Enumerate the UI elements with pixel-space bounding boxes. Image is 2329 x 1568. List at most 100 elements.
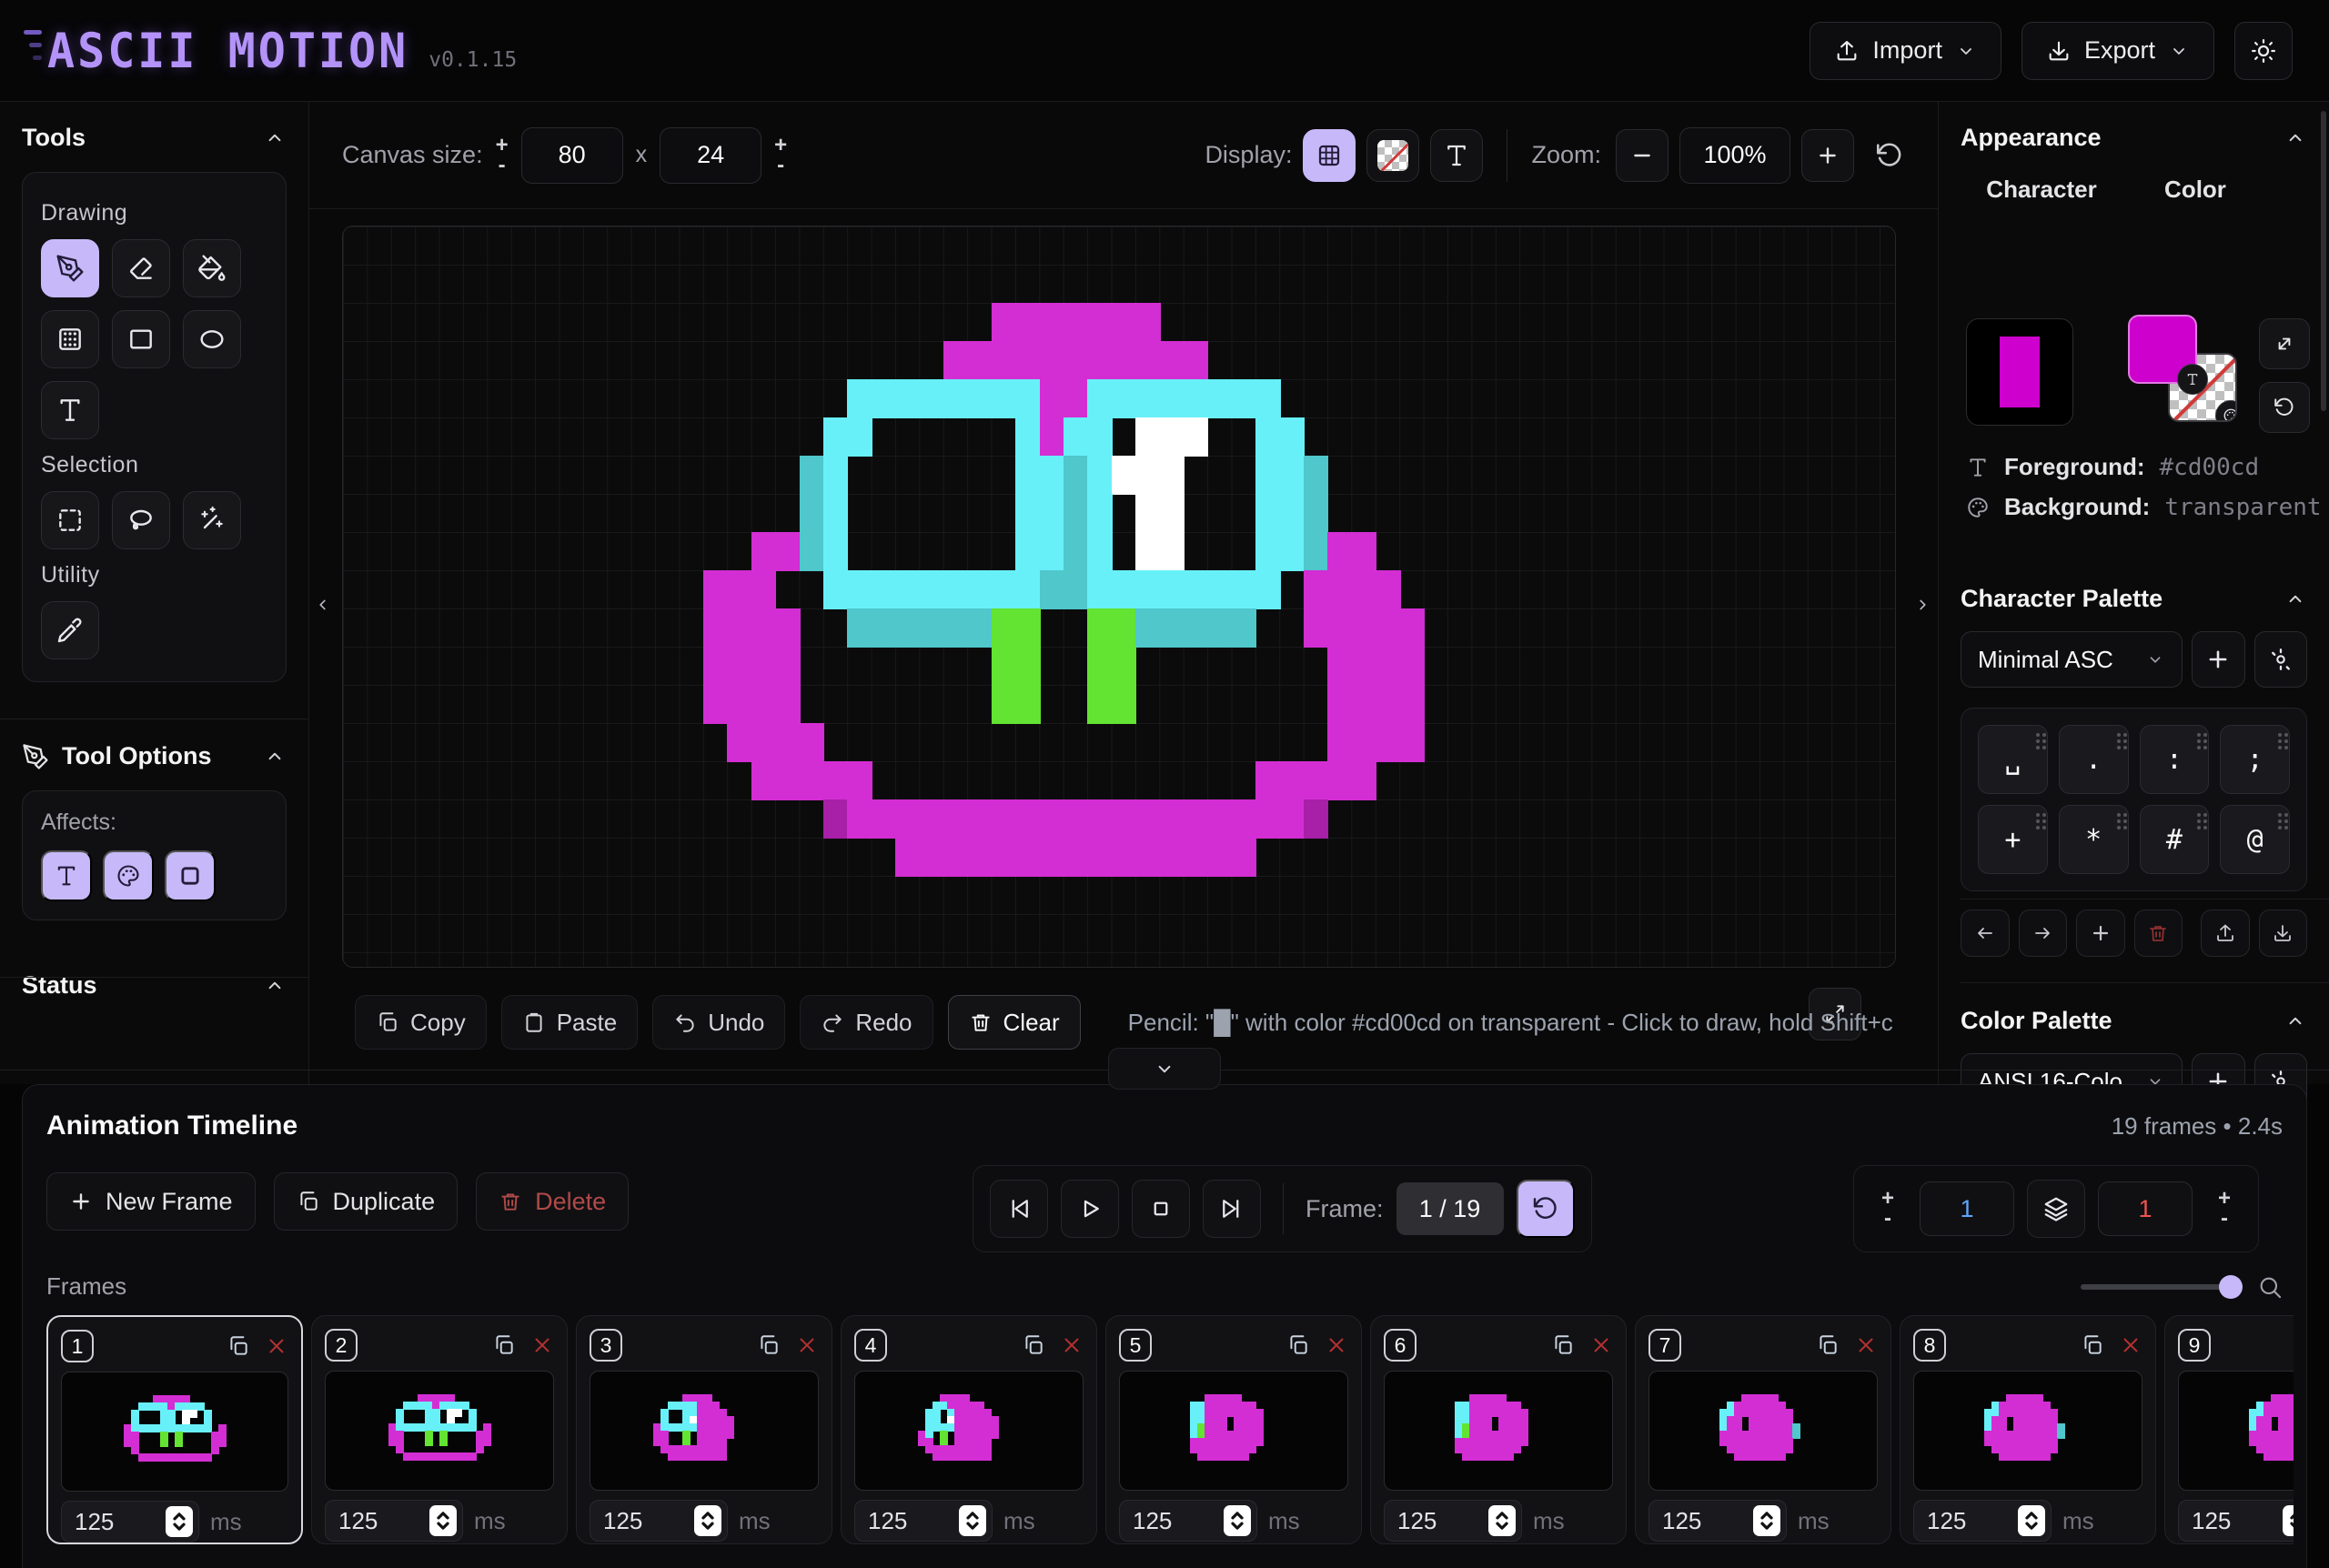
frame-card[interactable]: 9125ms: [2164, 1315, 2294, 1544]
move-character-right-button[interactable]: [2019, 910, 2068, 957]
appearance-section-header[interactable]: Appearance: [1961, 124, 2307, 152]
fill-tool-button[interactable]: [183, 239, 241, 297]
duplicate-frame-icon[interactable]: [1551, 1333, 1575, 1357]
frame-card[interactable]: 2125ms: [311, 1315, 568, 1544]
palette-character-button[interactable]: ␣: [1978, 725, 2048, 794]
duplicate-frame-icon[interactable]: [1022, 1333, 1045, 1357]
palette-character-button[interactable]: @: [2220, 805, 2290, 874]
add-character-button[interactable]: [2076, 910, 2125, 957]
frame-duration-input[interactable]: 125: [1913, 1500, 2052, 1542]
pencil-tool-button[interactable]: [41, 239, 99, 297]
last-frame-button[interactable]: [1203, 1180, 1261, 1238]
redo-button[interactable]: Redo: [800, 995, 933, 1050]
palette-character-button[interactable]: ;: [2220, 725, 2290, 794]
duration-spinner[interactable]: [166, 1506, 193, 1537]
ellipse-tool-button[interactable]: [183, 310, 241, 368]
reset-colors-button[interactable]: [2259, 382, 2310, 433]
status-section-header[interactable]: Status: [22, 971, 287, 1000]
duplicate-frame-button[interactable]: Duplicate: [274, 1172, 459, 1231]
move-character-left-button[interactable]: [1961, 910, 2010, 957]
clear-button[interactable]: Clear: [948, 995, 1081, 1050]
duplicate-frame-icon[interactable]: [227, 1334, 250, 1358]
frame-duration-input[interactable]: 125: [1648, 1500, 1787, 1542]
onion-prev-stepper[interactable]: +-: [1881, 1190, 1894, 1228]
theme-toggle-button[interactable]: [2234, 22, 2293, 80]
character-preview[interactable]: [1966, 318, 2073, 426]
frame-card[interactable]: 5125ms: [1105, 1315, 1362, 1544]
lasso-tool-button[interactable]: [112, 491, 170, 549]
duration-spinner[interactable]: [694, 1505, 721, 1536]
export-button[interactable]: Export: [2021, 22, 2214, 80]
text-tool-button[interactable]: [41, 381, 99, 439]
stop-button[interactable]: [1132, 1180, 1190, 1238]
reset-zoom-button[interactable]: [1874, 140, 1905, 171]
delete-frame-icon[interactable]: [530, 1333, 554, 1357]
drawing-canvas[interactable]: [342, 226, 1896, 968]
zoom-in-button[interactable]: [1801, 129, 1854, 182]
delete-frame-icon[interactable]: [1060, 1333, 1084, 1357]
export-character-palette-button[interactable]: [2201, 910, 2250, 957]
zoom-out-button[interactable]: [1616, 129, 1669, 182]
eraser-tool-button[interactable]: [112, 239, 170, 297]
first-frame-button[interactable]: [990, 1180, 1048, 1238]
onion-skin-toggle-button[interactable]: [2027, 1180, 2085, 1238]
duration-spinner[interactable]: [1224, 1505, 1251, 1536]
gradient-tool-button[interactable]: [41, 310, 99, 368]
duplicate-frame-icon[interactable]: [1816, 1333, 1840, 1357]
duration-spinner[interactable]: [959, 1505, 986, 1536]
eyedropper-tool-button[interactable]: [41, 601, 99, 659]
character-palette-header[interactable]: Character Palette: [1961, 585, 2307, 613]
delete-character-button[interactable]: [2134, 910, 2183, 957]
duration-spinner[interactable]: [1753, 1505, 1780, 1536]
delete-frame-icon[interactable]: [795, 1333, 819, 1357]
grid-display-toggle[interactable]: [1303, 129, 1356, 182]
palette-character-button[interactable]: .: [2059, 725, 2129, 794]
collapse-timeline-button[interactable]: [1108, 1048, 1221, 1090]
copy-button[interactable]: Copy: [355, 995, 487, 1050]
width-stepper[interactable]: +-: [496, 136, 509, 175]
swap-colors-button[interactable]: [2259, 318, 2310, 369]
frame-card[interactable]: 3125ms: [576, 1315, 832, 1544]
delete-frame-icon[interactable]: [1325, 1333, 1348, 1357]
frame-card[interactable]: 1125ms: [46, 1315, 303, 1544]
delete-frame-button[interactable]: Delete: [476, 1172, 629, 1231]
slider-track[interactable]: [2081, 1284, 2241, 1290]
tools-section-header[interactable]: Tools: [22, 124, 287, 152]
tool-options-header[interactable]: Tool Options: [22, 742, 287, 770]
palette-character-button[interactable]: #: [2140, 805, 2210, 874]
delete-frame-icon[interactable]: [265, 1334, 288, 1358]
collapse-right-panel-button[interactable]: [1911, 573, 1934, 637]
frame-duration-input[interactable]: 125: [854, 1500, 993, 1542]
new-frame-button[interactable]: New Frame: [46, 1172, 256, 1231]
duration-spinner[interactable]: [429, 1505, 457, 1536]
frame-duration-input[interactable]: 125: [325, 1500, 463, 1542]
frame-duration-input[interactable]: 125: [1119, 1500, 1257, 1542]
delete-frame-icon[interactable]: [1854, 1333, 1878, 1357]
loop-toggle-button[interactable]: [1517, 1180, 1575, 1238]
palette-character-button[interactable]: :: [2140, 725, 2210, 794]
character-palette-settings-button[interactable]: [2254, 631, 2308, 688]
frame-duration-input[interactable]: 125: [590, 1500, 728, 1542]
duplicate-frame-icon[interactable]: [492, 1333, 516, 1357]
affects-background-toggle[interactable]: [165, 850, 216, 901]
frame-duration-input[interactable]: 125: [2178, 1500, 2294, 1542]
color-palette-header[interactable]: Color Palette: [1961, 1007, 2307, 1035]
text-display-toggle[interactable]: [1430, 129, 1483, 182]
palette-character-button[interactable]: *: [2059, 805, 2129, 874]
canvas-width-input[interactable]: [521, 127, 623, 184]
frame-duration-input[interactable]: 125: [1384, 1500, 1522, 1542]
affects-character-toggle[interactable]: [41, 850, 92, 901]
transparency-display-toggle[interactable]: [1366, 129, 1419, 182]
affects-color-toggle[interactable]: [103, 850, 154, 901]
frame-card[interactable]: 7125ms: [1635, 1315, 1891, 1544]
duration-spinner[interactable]: [2018, 1505, 2045, 1536]
delete-frame-icon[interactable]: [1589, 1333, 1613, 1357]
paste-button[interactable]: Paste: [501, 995, 639, 1050]
select-tool-button[interactable]: [41, 491, 99, 549]
collapse-left-panel-button[interactable]: [311, 573, 335, 637]
rectangle-tool-button[interactable]: [112, 310, 170, 368]
foreground-color-swatch[interactable]: [2128, 315, 2197, 384]
import-button[interactable]: Import: [1810, 22, 2001, 80]
sidebar-scrollbar[interactable]: [2321, 111, 2326, 411]
import-character-palette-button[interactable]: [2259, 910, 2308, 957]
